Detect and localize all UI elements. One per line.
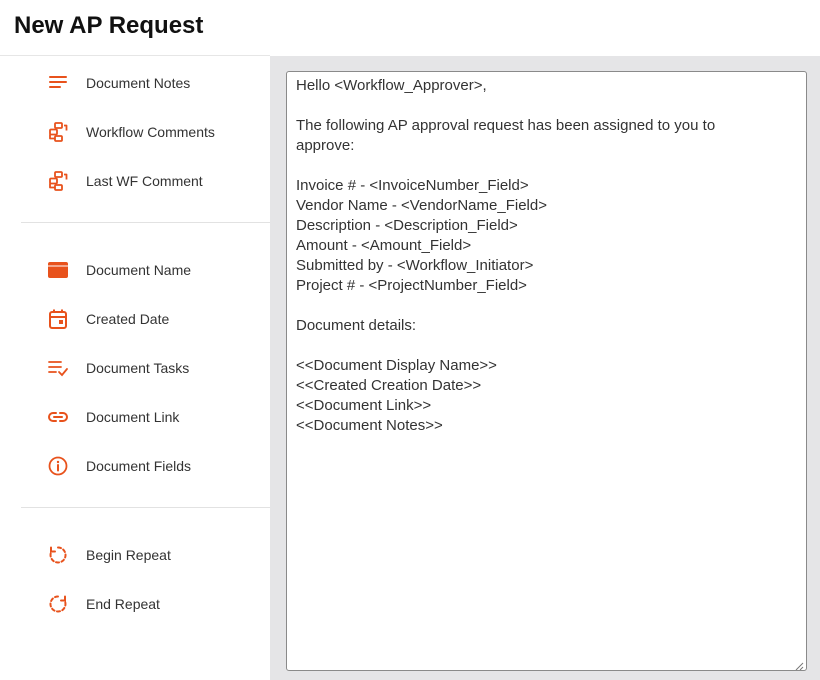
editor-line: <<Document Notes>> [296,417,443,434]
sidebar-item-document-name[interactable]: Document Name [0,250,270,290]
sidebar-divider [21,222,270,223]
sidebar-item-label: Created Date [86,311,170,327]
sidebar-item-created-date[interactable]: Created Date [0,299,270,339]
sidebar-item-last-wf-comment[interactable]: Last WF Comment [0,161,270,201]
editor-line: <<Created Creation Date>> [296,377,482,394]
link-icon [47,406,69,428]
info-circle-icon [47,455,69,477]
editor-line: Document details: [296,317,417,334]
sidebar-item-label: Document Tasks [86,360,190,376]
sidebar-item-label: Document Notes [86,75,191,91]
workflow-comment-icon [47,121,69,143]
sidebar-item-label: Document Link [86,409,180,425]
sidebar-item-label: Last WF Comment [86,173,203,189]
message-textarea[interactable]: Hello <Workflow_Approver>, The following… [286,71,807,671]
editor-line: Submitted by - <Workflow_Initiator> [296,257,534,274]
workflow-comment-icon [47,170,69,192]
editor-line: The following AP approval request has be… [296,117,716,134]
sidebar-item-label: Workflow Comments [86,124,215,140]
repeat-end-icon [47,593,69,615]
sidebar-divider [21,507,270,508]
repeat-begin-icon [47,544,69,566]
editor-panel: Hello <Workflow_Approver>, The following… [270,56,820,680]
sidebar-item-document-notes[interactable]: Document Notes [0,63,270,103]
sidebar-item-document-tasks[interactable]: Document Tasks [0,348,270,388]
document-card-icon [47,259,69,281]
editor-line: <<Document Display Name>> [296,357,497,374]
sidebar: Document Notes Workflow Comments Last WF… [0,56,270,680]
task-list-check-icon [47,357,69,379]
sidebar-item-document-link[interactable]: Document Link [0,397,270,437]
editor-line: Project # - <ProjectNumber_Field> [296,277,527,294]
sidebar-item-end-repeat[interactable]: End Repeat [0,584,270,624]
page-title: New AP Request [14,12,204,39]
resize-grip-icon[interactable] [794,658,804,670]
sidebar-item-label: Document Name [86,262,192,278]
editor-line: Vendor Name - <VendorName_Field> [296,197,547,214]
editor-line: Hello <Workflow_Approver>, [296,77,487,94]
sidebar-item-label: Document Fields [86,458,192,474]
editor-line: <<Document Link>> [296,397,432,414]
editor-line: Amount - <Amount_Field> [296,237,472,254]
sidebar-item-label: Begin Repeat [86,547,171,563]
sidebar-item-begin-repeat[interactable]: Begin Repeat [0,535,270,575]
editor-line: Invoice # - <InvoiceNumber_Field> [296,177,529,194]
calendar-icon [47,308,69,330]
sidebar-item-document-fields[interactable]: Document Fields [0,446,270,486]
editor-line: Description - <Description_Field> [296,217,518,234]
sidebar-item-label: End Repeat [86,596,160,612]
editor-line: approve: [296,137,355,154]
sidebar-item-workflow-comments[interactable]: Workflow Comments [0,112,270,152]
notes-lines-icon [47,72,69,94]
